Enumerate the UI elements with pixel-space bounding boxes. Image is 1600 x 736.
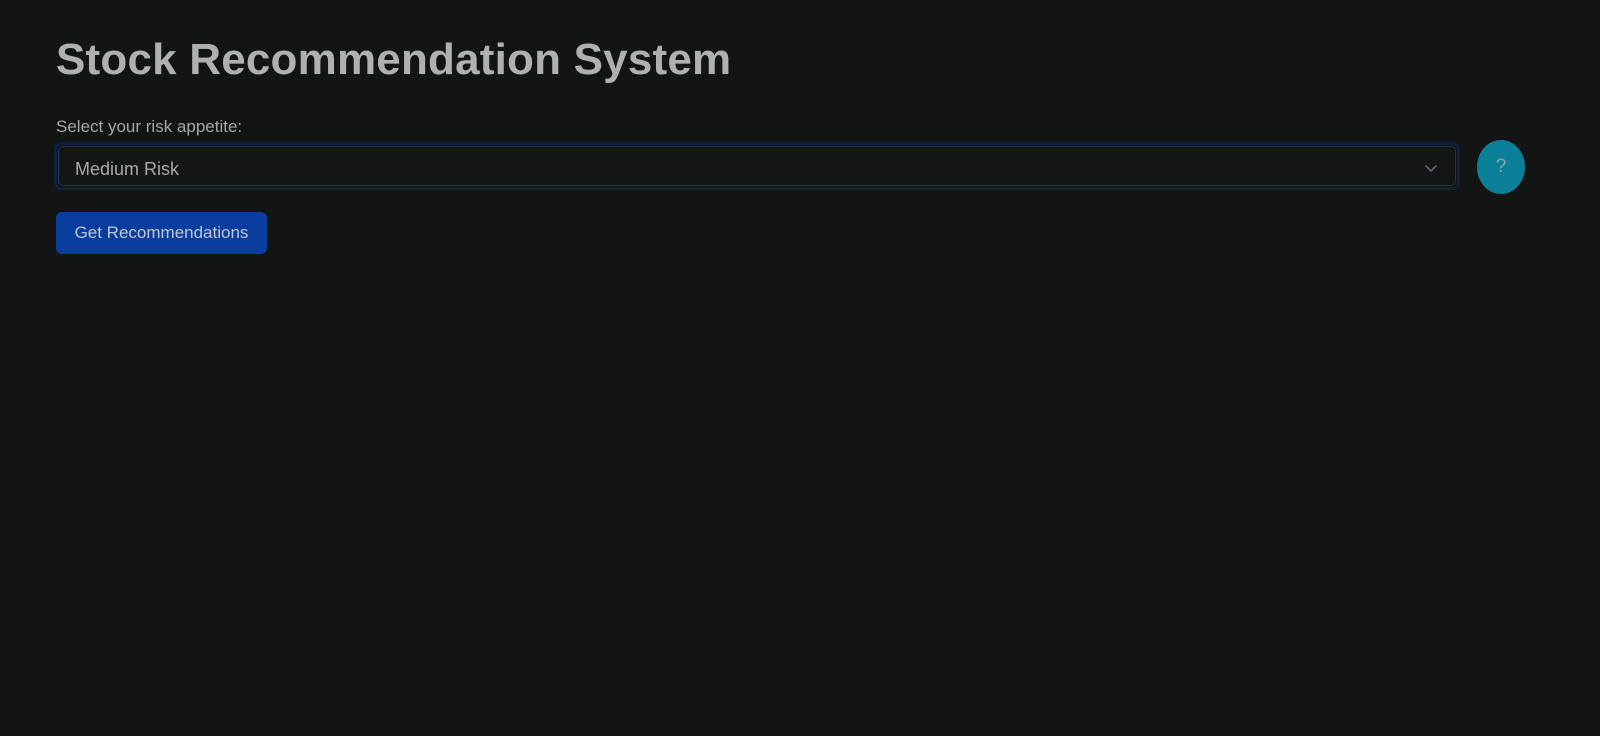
app-page: Stock Recommendation System Select your …: [0, 0, 1600, 736]
chevron-down-icon[interactable]: [1423, 160, 1439, 176]
select-selected-value: Medium Risk: [75, 159, 180, 179]
risk-appetite-select[interactable]: Medium Risk: [54, 142, 1460, 190]
get-recommendations-button[interactable]: Get Recommendations: [56, 212, 267, 254]
page-title: Stock Recommendation System: [56, 35, 732, 84]
help-button[interactable]: ?: [1477, 140, 1525, 194]
risk-appetite-label: Select your risk appetite:: [56, 117, 243, 136]
select-box[interactable]: Medium Risk: [58, 146, 1456, 186]
